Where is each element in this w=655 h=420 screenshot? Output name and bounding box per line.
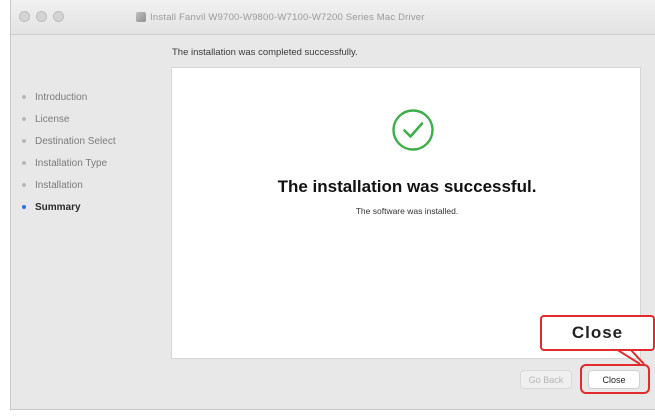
minimize-window-button[interactable] [36,11,47,22]
success-subtitle: The software was installed. [355,206,459,216]
success-title: The installation was successful. [277,177,537,196]
step-introduction: Introduction [20,86,160,108]
step-label: Installation [35,179,83,191]
step-installation-type: Installation Type [20,152,160,174]
step-destination-select: Destination Select [20,130,160,152]
window-title-group: Install Fanvil W9700-W9800-W7100-W7200 S… [136,10,425,24]
step-bullet-icon [22,183,26,187]
close-window-button[interactable] [19,11,30,22]
title-bar: Install Fanvil W9700-W9800-W7100-W7200 S… [11,0,655,35]
checkmark-circle-icon [392,109,434,151]
close-callout-label: Close [540,315,655,351]
step-label: Introduction [35,91,88,103]
go-back-button[interactable]: Go Back [520,370,572,389]
step-bullet-icon [22,161,26,165]
window-title: Install Fanvil W9700-W9800-W7100-W7200 S… [150,11,425,23]
step-label: Installation Type [35,157,108,169]
step-bullet-icon [22,95,26,99]
step-summary: Summary [20,196,160,218]
step-bullet-icon [22,117,26,121]
step-label: Destination Select [35,135,116,147]
close-button-highlight [580,364,650,394]
step-bullet-icon [22,205,26,209]
step-bullet-icon [22,139,26,143]
step-label: Summary [35,201,81,213]
step-installation: Installation [20,174,160,196]
zoom-window-button[interactable] [53,11,64,22]
header-text: The installation was completed successfu… [172,47,358,58]
step-label: License [35,113,70,125]
step-license: License [20,108,160,130]
steps-sidebar: Introduction License Destination Select … [20,86,160,218]
installer-app-icon [136,12,146,22]
